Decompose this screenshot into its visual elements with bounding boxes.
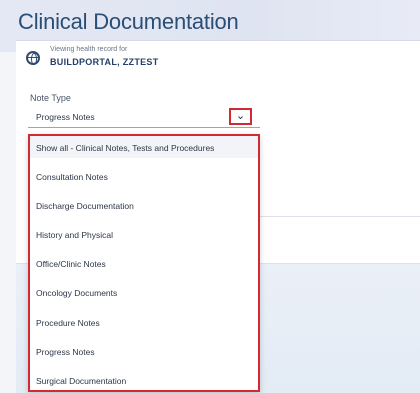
divider: [260, 216, 420, 217]
dropdown-option-discharge-documentation[interactable]: Discharge Documentation: [36, 201, 134, 211]
dropdown-option-history-and-physical[interactable]: History and Physical: [36, 230, 113, 240]
note-type-select[interactable]: Progress Notes ⌄: [28, 107, 260, 128]
dropdown-option-oncology-documents[interactable]: Oncology Documents: [36, 288, 117, 298]
dropdown-option-consultation-notes[interactable]: Consultation Notes: [36, 172, 108, 182]
dropdown-option-progress-notes[interactable]: Progress Notes: [36, 347, 95, 357]
page-title: Clinical Documentation: [18, 9, 239, 34]
dropdown-option-show-all[interactable]: Show all - Clinical Notes, Tests and Pro…: [36, 143, 214, 153]
note-type-dropdown: Show all - Clinical Notes, Tests and Pro…: [28, 134, 260, 392]
note-type-label: Note Type: [30, 93, 71, 103]
dropdown-option-surgical-documentation[interactable]: Surgical Documentation: [36, 376, 126, 386]
patient-banner: Viewing health record for BUILDPORTAL, Z…: [16, 40, 420, 80]
chevron-down-icon[interactable]: ⌄: [229, 108, 252, 125]
patient-name[interactable]: BUILDPORTAL, ZZTEST: [50, 57, 159, 67]
dropdown-option-office-clinic-notes[interactable]: Office/Clinic Notes: [36, 259, 106, 269]
dropdown-option-procedure-notes[interactable]: Procedure Notes: [36, 318, 100, 328]
viewing-record-label: Viewing health record for: [50, 46, 128, 53]
note-type-selected-value: Progress Notes: [36, 112, 95, 122]
globe-icon: [26, 51, 40, 65]
